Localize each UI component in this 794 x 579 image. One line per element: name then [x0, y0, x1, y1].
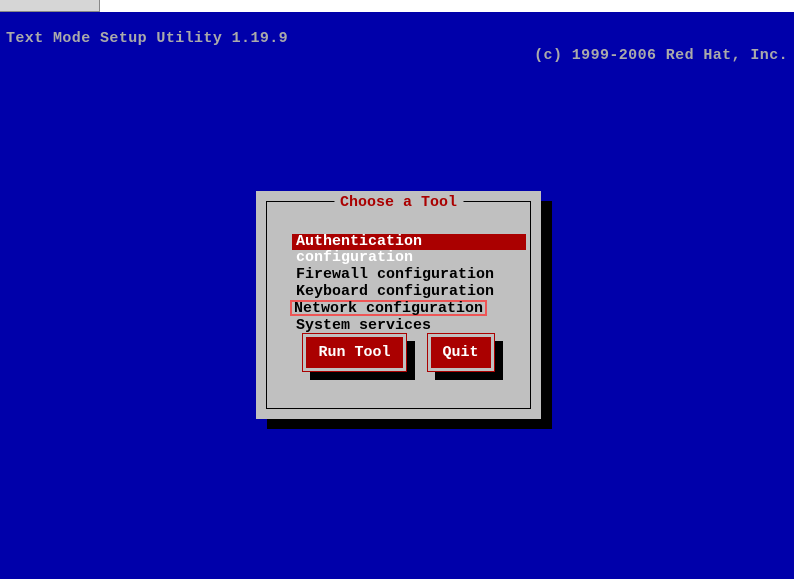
- quit-button-wrap: Quit: [427, 333, 495, 372]
- button-row: Run Tool Quit: [267, 333, 530, 372]
- menu-item-keyboard[interactable]: Keyboard configuration: [292, 284, 526, 300]
- menu-item-authentication[interactable]: Authentication configuration: [292, 234, 526, 250]
- window-title-stub: [0, 0, 100, 12]
- tool-menu[interactable]: Authentication configuration Firewall co…: [292, 234, 516, 334]
- choose-tool-dialog: Choose a Tool Authentication configurati…: [256, 191, 541, 419]
- terminal-screen: Text Mode Setup Utility 1.19.9 (c) 1999-…: [0, 12, 794, 579]
- quit-button[interactable]: Quit: [427, 333, 495, 372]
- run-tool-button[interactable]: Run Tool: [302, 333, 406, 372]
- menu-item-firewall[interactable]: Firewall configuration: [292, 267, 526, 283]
- menu-item-system-services[interactable]: System services: [292, 318, 526, 334]
- app-title: Text Mode Setup Utility 1.19.9: [6, 30, 288, 47]
- menu-item-network[interactable]: Network configuration: [290, 300, 487, 316]
- dialog-title: Choose a Tool: [334, 194, 463, 211]
- dialog-border: Choose a Tool Authentication configurati…: [266, 201, 531, 409]
- copyright: (c) 1999-2006 Red Hat, Inc.: [534, 47, 788, 64]
- header-bar: Text Mode Setup Utility 1.19.9 (c) 1999-…: [0, 12, 794, 82]
- run-tool-button-wrap: Run Tool: [302, 333, 406, 372]
